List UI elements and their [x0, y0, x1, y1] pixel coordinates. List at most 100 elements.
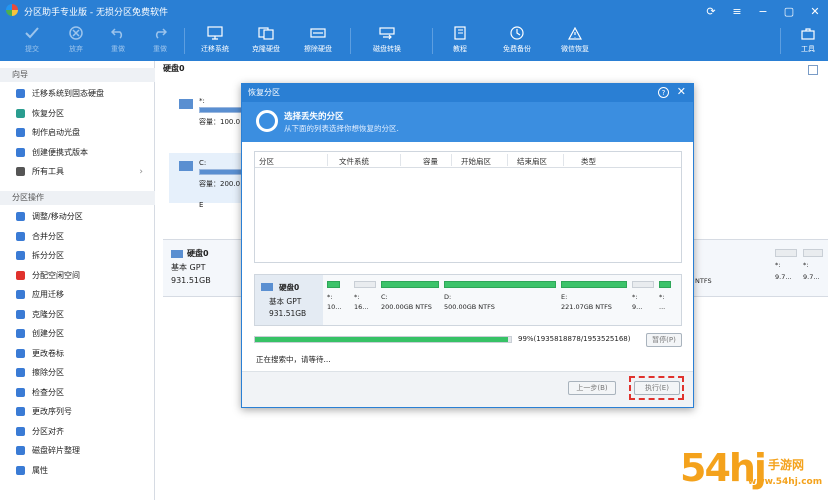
wechat-restore-button[interactable]: 微信恢复 [558, 22, 592, 61]
column-header[interactable]: 容量 [423, 156, 438, 167]
partition-segment[interactable]: E: 221.07GB NTFS [561, 281, 627, 321]
merge-icon [16, 231, 25, 241]
partition-segment[interactable]: *: 9.7... [803, 249, 823, 295]
sidebar-item[interactable]: 合并分区 [0, 227, 155, 246]
free-backup-button[interactable]: 免费备份 [500, 22, 534, 61]
sidebar-item[interactable]: 迁移系统到固态硬盘 [0, 84, 155, 103]
defrag-icon [16, 446, 25, 455]
sidebar-item[interactable]: 更改序列号 [0, 402, 155, 421]
tutorial-button[interactable]: 教程 [448, 22, 472, 61]
sidebar-item[interactable]: 擦除分区 [0, 363, 155, 382]
sidebar-item-label: 更改卷标 [32, 348, 64, 358]
toolbar-divider [780, 28, 781, 54]
partition-usage-bar [659, 281, 671, 288]
partition-segment[interactable]: *: 16... [354, 281, 376, 321]
sidebar-item[interactable]: 所有工具 › [0, 162, 155, 181]
title-bar: 分区助手专业版 - 无损分区免费软件 ⟳ ≡ − ▢ ✕ [0, 0, 828, 22]
redo-button[interactable]: 重做 [148, 22, 172, 61]
pause-button[interactable]: 暂停(P) [646, 333, 682, 347]
partition-segment[interactable]: *:... [659, 281, 671, 321]
highlight-box [629, 376, 684, 400]
column-header[interactable]: 类型 [581, 156, 596, 167]
portable-icon [16, 147, 25, 157]
sidebar-item[interactable]: 恢复分区 [0, 104, 155, 123]
dialog-close-icon[interactable]: ✕ [677, 85, 686, 98]
disk-convert-icon [379, 25, 395, 41]
disk-header: 硬盘0 [163, 64, 185, 73]
partition-card[interactable]: *: 容量：100.0 [169, 91, 249, 141]
column-header[interactable]: 文件系统 [339, 156, 369, 167]
sidebar-item-label: 分配空闲空间 [32, 270, 80, 280]
column-header[interactable]: 结束扇区 [517, 156, 547, 167]
sidebar-item-label: 应用迁移 [32, 290, 64, 299]
partition-segment[interactable]: NTFS [695, 249, 735, 295]
discard-button[interactable]: 放弃 [64, 22, 88, 61]
wipe-partition-icon [16, 368, 25, 377]
partition-usage-bar [327, 281, 341, 288]
sidebar-item[interactable]: 检查分区 [0, 383, 155, 402]
disk-info: 硬盘0 基本 GPT 931.51GB [255, 275, 323, 325]
partition-segment[interactable]: *: 9.7... [775, 249, 797, 295]
sidebar-item-label: 属性 [32, 465, 48, 475]
column-header[interactable]: 分区 [259, 156, 274, 167]
sidebar-item[interactable]: 更改卷标 [0, 344, 155, 363]
lost-partition-table[interactable]: 分区 文件系统 容量 开始扇区 结束扇区 类型 [254, 151, 682, 263]
partition-segment[interactable]: *: 10... [327, 281, 349, 321]
recover-partition-dialog: 恢复分区 ? ✕ 选择丢失的分区 从下面的列表选择你想恢复的分区. 分区 文件系… [241, 83, 694, 408]
partition-segment[interactable]: *: 9... [632, 281, 654, 321]
sidebar-item-label: 调整/移动分区 [32, 212, 83, 221]
tools-button[interactable]: 工具 [796, 22, 820, 61]
close-icon[interactable]: ✕ [802, 0, 828, 22]
partition-card[interactable]: E [169, 201, 249, 213]
disk-info: 硬盘0 基本 GPT 931.51GB [171, 249, 211, 285]
disk-icon [179, 99, 193, 109]
align-icon [16, 426, 25, 436]
sidebar-item-label: 恢复分区 [32, 108, 64, 118]
dialog-header: 选择丢失的分区 从下面的列表选择你想恢复的分区. [242, 102, 693, 142]
sidebar-item-label: 迁移系统到固态硬盘 [32, 89, 104, 98]
sidebar-item-label: 克隆分区 [32, 309, 64, 319]
book-icon [452, 25, 468, 41]
sidebar-item[interactable]: 拆分分区 [0, 246, 155, 265]
sidebar-item-label: 磁盘碎片整理 [32, 446, 80, 455]
help-icon[interactable]: ? [658, 87, 669, 98]
windows-icon [179, 161, 193, 171]
undo-button[interactable]: 重做 [106, 22, 130, 61]
sidebar-item[interactable]: 制作启动光盘 [0, 123, 155, 142]
sidebar-item[interactable]: 分配空闲空间 [0, 266, 155, 285]
sidebar-item[interactable]: 克隆分区 [0, 305, 155, 324]
minimize-icon[interactable]: − [750, 0, 776, 22]
partition-usage-bar [561, 281, 627, 288]
sidebar-item[interactable]: 应用迁移 [0, 285, 155, 304]
sidebar-item[interactable]: 调整/移动分区 [0, 207, 155, 226]
wipe-disk-button[interactable]: 擦除硬盘 [301, 22, 335, 61]
partition-pie-icon [256, 110, 278, 132]
view-toggle-icon[interactable] [808, 65, 818, 75]
partition-card[interactable]: C: 容量：200.0 [169, 153, 249, 203]
sidebar-item[interactable]: 属性 [0, 461, 155, 480]
partition-segment[interactable]: D: 500.00GB NTFS [444, 281, 556, 321]
label-icon [16, 348, 25, 358]
info-icon [16, 465, 25, 475]
sidebar-item[interactable]: 创建分区 [0, 324, 155, 343]
disk-icon [261, 283, 273, 291]
commit-button[interactable]: 提交 [20, 22, 44, 61]
clone-disk-button[interactable]: 克隆硬盘 [249, 22, 283, 61]
sidebar-item[interactable]: 分区对齐 [0, 422, 155, 441]
disk-icon [171, 249, 183, 258]
menu-icon[interactable]: ≡ [724, 0, 750, 22]
progress-fill [255, 337, 509, 342]
migrate-ssd-icon [16, 89, 25, 98]
partition-segment[interactable]: C: 200.00GB NTFS [381, 281, 439, 321]
dialog-title: 恢复分区 [242, 84, 693, 102]
maximize-icon[interactable]: ▢ [776, 0, 802, 22]
warning-icon [567, 25, 583, 41]
refresh-icon[interactable]: ⟳ [698, 0, 724, 22]
previous-button[interactable]: 上一步(B) [568, 381, 616, 395]
sidebar-item[interactable]: 磁盘碎片整理 [0, 441, 155, 460]
sidebar-item[interactable]: 创建便携式版本 [0, 143, 155, 162]
column-header[interactable]: 开始扇区 [461, 156, 491, 167]
migrate-system-button[interactable]: 迁移系统 [198, 22, 232, 61]
sidebar-item-label: 合并分区 [32, 231, 64, 241]
disk-convert-button[interactable]: 磁盘转换 [370, 22, 404, 61]
